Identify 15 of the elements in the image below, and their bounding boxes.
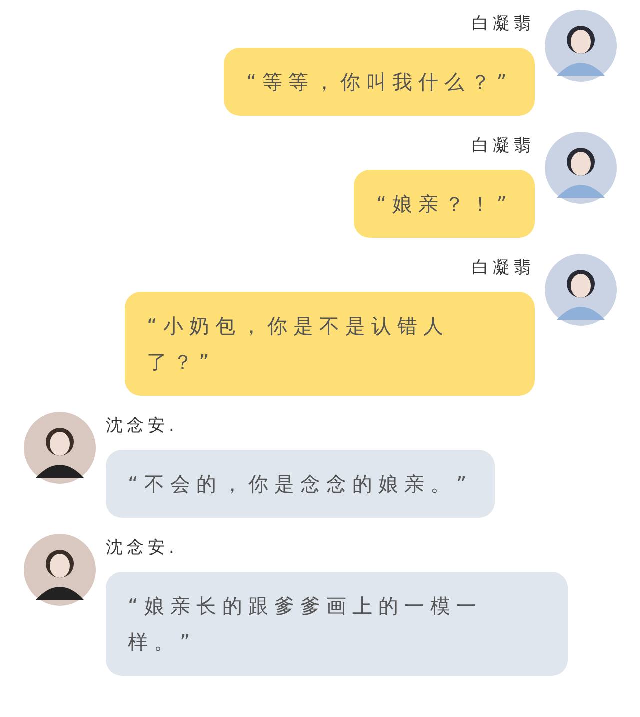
- message-bubble: “小奶包，你是不是认错人了？”: [125, 292, 535, 396]
- sender-name: 白凝翡: [472, 13, 535, 36]
- avatar[interactable]: [545, 132, 617, 204]
- sender-name: 沈念安.: [106, 415, 178, 438]
- sender-name: 白凝翡: [472, 135, 535, 158]
- avatar[interactable]: [545, 254, 617, 326]
- message-bubble: “娘亲？！”: [354, 170, 535, 238]
- message-bubble: “不会的，你是念念的娘亲。”: [106, 450, 495, 518]
- message-bubble: “娘亲长的跟爹爹画上的一模一样。”: [106, 572, 568, 676]
- sender-name: 沈念安.: [106, 537, 178, 560]
- avatar[interactable]: [24, 412, 96, 484]
- avatar[interactable]: [24, 534, 96, 606]
- message-bubble: “等等，你叫我什么？”: [224, 48, 535, 116]
- avatar[interactable]: [545, 10, 617, 82]
- sender-name: 白凝翡: [472, 257, 535, 280]
